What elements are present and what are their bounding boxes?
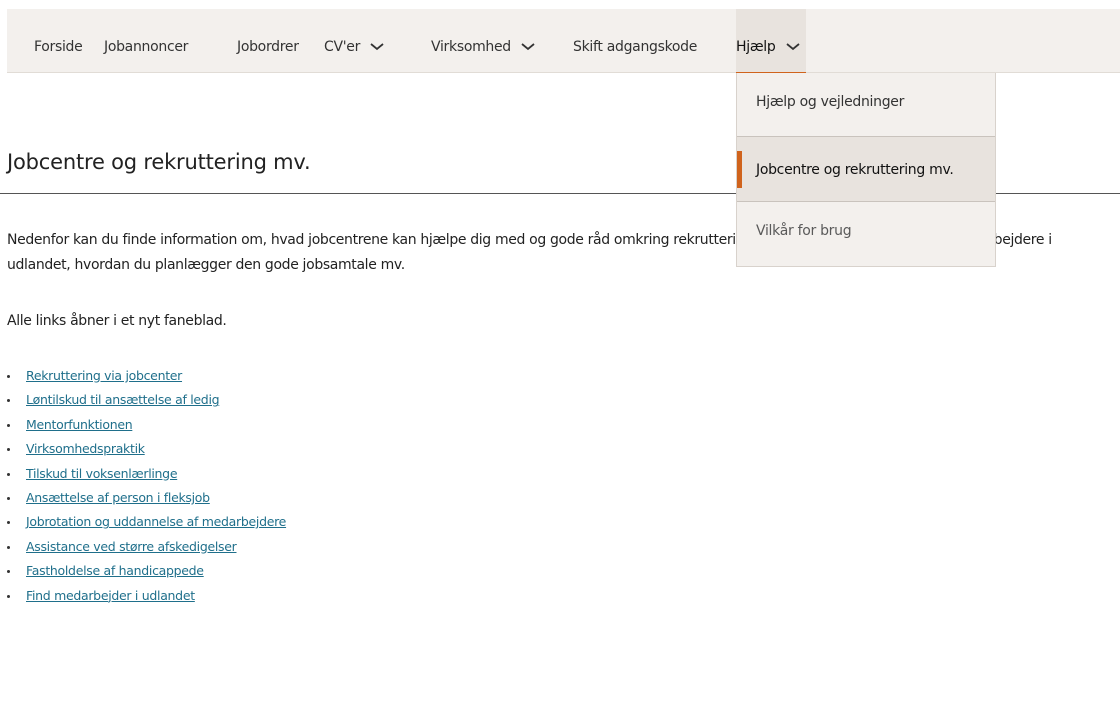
link-rekruttering[interactable]: Rekruttering via jobcenter [26,368,182,383]
nav-item-hjaelp[interactable]: Hjælp [736,9,806,74]
nav-item-virksomhed[interactable]: Virksomhed [431,9,535,73]
bullet-icon [7,570,10,574]
menu-item-vilkaar[interactable]: Vilkår for brug [737,202,995,266]
link-loentilskud[interactable]: Løntilskud til ansættelse af ledig [26,392,220,407]
link-virksomhedspraktik[interactable]: Virksomhedspraktik [26,441,145,456]
bullet-icon [7,472,10,476]
nav-item-forside[interactable]: Forside [34,9,83,73]
chevron-down-icon [370,43,384,51]
bullet-icon [7,594,10,598]
top-navigation: Forside Jobannoncer Jobordrer CV'er Virk… [7,9,1120,74]
menu-item-label: Jobcentre og rekruttering mv. [756,162,954,178]
bullet-icon [7,375,10,378]
nav-item-jobordrer[interactable]: Jobordrer [237,9,299,73]
selected-indicator [737,151,742,188]
list-item: Mentorfunktionen [7,413,286,437]
link-list: Rekruttering via jobcenter Løntilskud ti… [7,364,286,608]
list-item: Jobrotation og uddannelse af medarbejder… [7,510,286,534]
list-item: Virksomhedspraktik [7,437,286,461]
nav-item-label: Skift adgangskode [573,39,698,55]
chevron-down-icon [786,43,800,51]
link-mentorfunktionen[interactable]: Mentorfunktionen [26,417,133,432]
bullet-icon [7,423,10,427]
nav-item-skift-adgangskode[interactable]: Skift adgangskode [573,9,697,73]
bullet-icon [7,448,10,452]
list-item: Rekruttering via jobcenter [7,364,286,388]
menu-item-label: Hjælp og vejledninger [756,94,905,110]
link-fleksjob[interactable]: Ansættelse af person i fleksjob [26,490,210,505]
link-voksenlaerlinge[interactable]: Tilskud til voksenlærlinge [26,466,178,481]
list-item: Tilskud til voksenlærlinge [7,462,286,486]
link-jobrotation[interactable]: Jobrotation og uddannelse af medarbejder… [26,514,286,529]
nav-item-label: Jobannoncer [104,39,189,55]
list-item: Ansættelse af person i fleksjob [7,486,286,510]
links-note: Alle links åbner i et nyt faneblad. [7,313,227,329]
nav-item-label: CV'er [324,39,361,55]
menu-item-hjaelp-og-vejledninger[interactable]: Hjælp og vejledninger [737,73,995,137]
bullet-icon [7,496,10,500]
bullet-icon [7,545,10,549]
page-title: Jobcentre og rekruttering mv. [7,150,311,174]
list-item: Fastholdelse af handicappede [7,559,286,583]
link-udlandet[interactable]: Find medarbejder i udlandet [26,588,195,603]
nav-item-label: Jobordrer [237,39,299,55]
nav-item-label: Hjælp [736,39,776,55]
list-item: Løntilskud til ansættelse af ledig [7,388,286,412]
nav-item-label: Forside [34,39,83,55]
link-handicappede[interactable]: Fastholdelse af handicappede [26,563,204,578]
help-dropdown-menu: Hjælp og vejledninger Jobcentre og rekru… [736,73,996,267]
nav-item-label: Virksomhed [431,39,511,55]
nav-item-cver[interactable]: CV'er [324,9,384,73]
menu-item-label: Vilkår for brug [756,223,852,239]
list-item: Assistance ved større afskedigelser [7,535,286,559]
bullet-icon [7,521,10,525]
chevron-down-icon [521,43,535,51]
nav-item-jobannoncer[interactable]: Jobannoncer [104,9,188,73]
link-afskedigelser[interactable]: Assistance ved større afskedigelser [26,539,237,554]
list-item: Find medarbejder i udlandet [7,584,286,608]
bullet-icon [7,399,10,403]
menu-item-jobcentre[interactable]: Jobcentre og rekruttering mv. [737,137,995,202]
